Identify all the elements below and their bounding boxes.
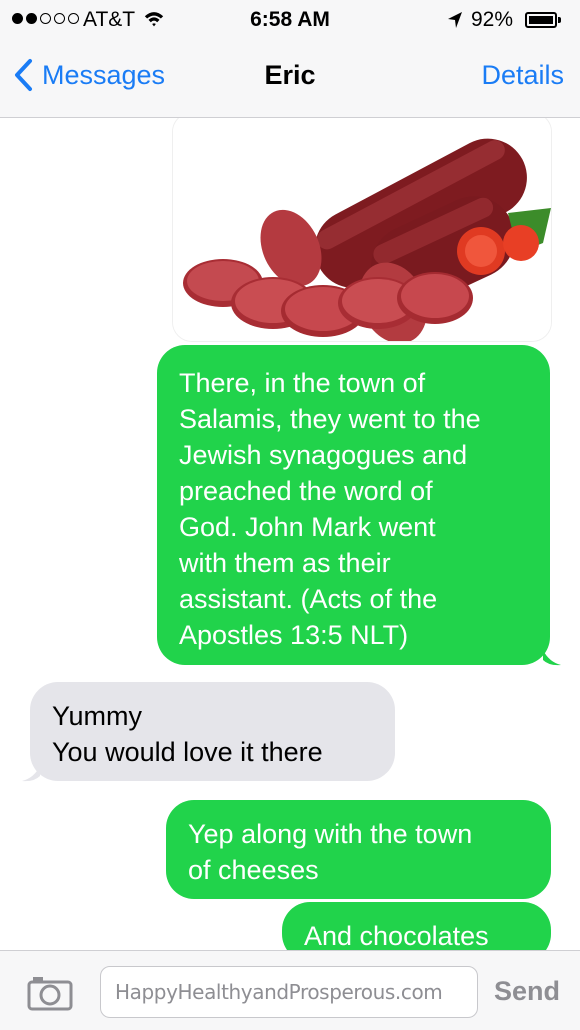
location-arrow-icon: [448, 12, 462, 28]
message-line: of cheeses: [188, 855, 319, 885]
outgoing-message[interactable]: There, in the town of Salamis, they went…: [157, 345, 550, 665]
image-message[interactable]: [172, 112, 552, 342]
battery-percent: 92%: [471, 8, 514, 31]
camera-icon[interactable]: [27, 975, 73, 1011]
message-line: with them as their: [179, 548, 391, 578]
bubble-tail: [543, 650, 561, 666]
status-bar: AT&T 6:58 AM 92%: [0, 0, 580, 40]
conversation-header: Messages Eric Details: [0, 48, 580, 108]
message-composer: Send: [0, 950, 580, 1030]
message-line: Jewish synagogues and: [179, 440, 468, 470]
details-button[interactable]: Details: [481, 60, 564, 91]
message-line: And chocolates: [304, 921, 489, 951]
outgoing-message[interactable]: Yep along with the town of cheeses: [166, 800, 551, 899]
message-line: Yummy: [52, 701, 143, 731]
bubble-tail: [22, 766, 40, 782]
incoming-message[interactable]: Yummy You would love it there: [30, 682, 395, 781]
salami-photo: [173, 113, 551, 341]
battery-icon: [525, 12, 561, 28]
send-button[interactable]: Send: [494, 976, 560, 1007]
message-line: Yep along with the town: [188, 819, 473, 849]
message-line: assistant. (Acts of the: [179, 584, 438, 614]
navigation-bar: AT&T 6:58 AM 92% Messages Eric Details: [0, 0, 580, 118]
message-input[interactable]: [100, 966, 478, 1018]
message-line: Apostles 13:5 NLT): [179, 620, 409, 650]
message-line: Salamis, they went to the: [179, 404, 481, 434]
message-line: There, in the town of: [179, 368, 426, 398]
message-line: You would love it there: [52, 737, 323, 767]
message-line: God. John Mark went: [179, 512, 436, 542]
message-line: preached the word of: [179, 476, 433, 506]
